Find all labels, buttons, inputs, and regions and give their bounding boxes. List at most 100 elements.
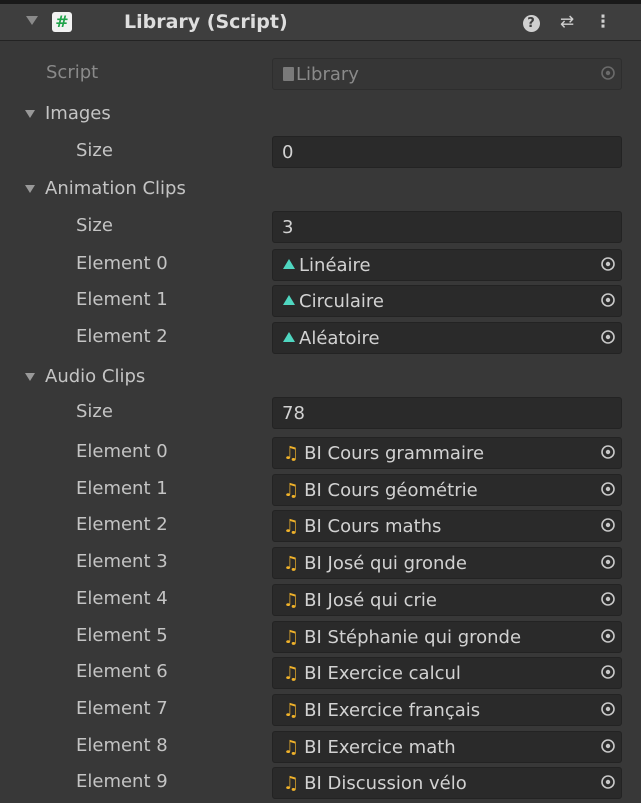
audio-clip-field[interactable]: ♫ BI Exercice calcul (272, 657, 622, 690)
clip-name: BI Cours maths (304, 516, 442, 538)
element-label: Element 0 (76, 253, 168, 274)
object-picker-icon[interactable] (600, 517, 616, 533)
audio-clip-icon: ♫ (283, 626, 300, 648)
clip-name: BI José qui crie (304, 589, 437, 611)
images-foldout[interactable]: Images (0, 97, 641, 133)
element-label: Element 5 (76, 624, 168, 646)
object-picker-icon[interactable] (600, 628, 616, 644)
component-header[interactable]: # Library (Script) ? ⇄ ⋮ (0, 4, 641, 41)
images-size-row: Size 0 (0, 134, 641, 170)
audio-clip-icon: ♫ (283, 553, 300, 575)
animation-clip-icon (283, 259, 295, 269)
list-item: Element 4 ♫ BI José qui crie (0, 582, 641, 618)
foldout-arrow-icon[interactable] (25, 373, 35, 381)
audio-clip-field[interactable]: ♫ BI Exercice français (272, 693, 622, 726)
list-item: Element 8 ♫ BI Exercice math (0, 729, 641, 765)
element-label: Element 6 (76, 661, 168, 683)
animation-clips-label: Animation Clips (45, 178, 186, 199)
audio-clip-icon: ♫ (283, 516, 300, 538)
animation-clip-field[interactable]: Linéaire (272, 249, 622, 281)
object-picker-icon[interactable] (600, 554, 616, 570)
animation-clip-icon (283, 332, 295, 342)
element-label: Element 9 (76, 771, 168, 793)
object-picker-icon[interactable] (600, 774, 616, 790)
audio-clip-icon: ♫ (283, 773, 300, 795)
audio-size-input[interactable]: 78 (272, 397, 622, 429)
object-picker-icon[interactable] (600, 481, 616, 497)
component-title: Library (Script) (124, 11, 288, 33)
collapse-arrow-icon[interactable] (26, 16, 38, 25)
object-picker-icon[interactable] (600, 664, 616, 680)
audio-clip-icon: ♫ (283, 663, 300, 685)
size-label: Size (76, 215, 113, 236)
list-item: Element 9 ♫ BI Discussion vélo (0, 765, 641, 801)
clip-name: Linéaire (299, 255, 371, 276)
audio-clip-field[interactable]: ♫ BI Discussion vélo (272, 767, 622, 800)
audio-clip-field[interactable]: ♫ BI Cours maths (272, 510, 622, 543)
animation-clip-icon (283, 295, 295, 305)
element-label: Element 2 (76, 326, 168, 347)
element-label: Element 1 (76, 477, 168, 499)
object-picker-icon[interactable] (600, 329, 616, 345)
audio-clip-field[interactable]: ♫ BI Stéphanie qui gronde (272, 620, 622, 653)
clip-name: BI Exercice français (304, 699, 481, 721)
sliders-icon[interactable]: ⇄ (556, 10, 578, 34)
audio-clip-field[interactable]: ♫ BI Cours géométrie (272, 473, 622, 506)
script-field[interactable]: Library (272, 58, 622, 90)
help-icon[interactable]: ? (520, 10, 542, 34)
audio-clip-icon: ♫ (283, 479, 300, 501)
audio-clips-label: Audio Clips (45, 366, 146, 387)
kebab-menu-icon[interactable]: ⋮ (592, 10, 614, 34)
list-item: Element 1 ♫ BI Cours géométrie (0, 472, 641, 508)
list-item: Element 2 Aléatoire (0, 320, 641, 356)
images-label: Images (45, 103, 111, 124)
animation-clip-field[interactable]: Circulaire (272, 285, 622, 317)
element-label: Element 2 (76, 514, 168, 536)
element-label: Element 1 (76, 289, 168, 310)
object-picker-icon[interactable] (600, 738, 616, 754)
clip-name: BI Stéphanie qui gronde (304, 626, 522, 648)
audio-clip-icon: ♫ (283, 589, 300, 611)
audio-clip-field[interactable]: ♫ BI Cours grammaire (272, 437, 622, 469)
list-item: Element 5 ♫ BI Stéphanie qui gronde (0, 619, 641, 655)
audio-clip-icon: ♫ (283, 736, 300, 758)
list-item: Element 1 Circulaire (0, 283, 641, 319)
audio-clip-icon: ♫ (283, 699, 300, 721)
element-label: Element 8 (76, 734, 168, 756)
audio-clip-field[interactable]: ♫ BI Exercice math (272, 730, 622, 763)
list-item: Element 2 ♫ BI Cours maths (0, 508, 641, 544)
object-picker-icon[interactable] (600, 701, 616, 717)
script-file-icon (283, 67, 294, 81)
clip-name: BI Exercice calcul (304, 663, 461, 685)
clip-name: BI Cours géométrie (304, 479, 478, 501)
clip-name: BI José qui gronde (304, 553, 467, 575)
element-label: Element 0 (76, 441, 168, 462)
foldout-arrow-icon[interactable] (25, 110, 35, 118)
animation-size-input[interactable]: 3 (272, 211, 622, 243)
script-row: Script Library (0, 56, 641, 92)
audio-clip-field[interactable]: ♫ BI José qui gronde (272, 547, 622, 580)
clip-name: BI Discussion vélo (304, 773, 467, 795)
size-label: Size (76, 140, 113, 161)
clip-name: Aléatoire (299, 328, 380, 349)
images-size-input[interactable]: 0 (272, 136, 622, 168)
element-label: Element 4 (76, 587, 168, 609)
list-item: Element 3 ♫ BI José qui gronde (0, 545, 641, 581)
foldout-arrow-icon[interactable] (25, 185, 35, 193)
list-item: Element 6 ♫ BI Exercice calcul (0, 655, 641, 691)
audio-clip-field[interactable]: ♫ BI José qui crie (272, 583, 622, 616)
object-picker-icon[interactable] (600, 65, 616, 81)
object-picker-icon[interactable] (600, 292, 616, 308)
object-picker-icon[interactable] (600, 444, 616, 460)
audio-clips-foldout[interactable]: Audio Clips (0, 360, 641, 396)
animation-clip-field[interactable]: Aléatoire (272, 322, 622, 354)
script-value: Library (296, 64, 359, 85)
list-item: Element 0 ♫ BI Cours grammaire (0, 435, 641, 471)
object-picker-icon[interactable] (600, 591, 616, 607)
script-label: Script (46, 62, 99, 83)
clip-name: BI Exercice math (304, 736, 456, 758)
object-picker-icon[interactable] (600, 256, 616, 272)
csharp-script-icon: # (52, 12, 72, 32)
animation-clips-foldout[interactable]: Animation Clips (0, 172, 641, 208)
audio-size-row: Size 78 (0, 395, 641, 431)
